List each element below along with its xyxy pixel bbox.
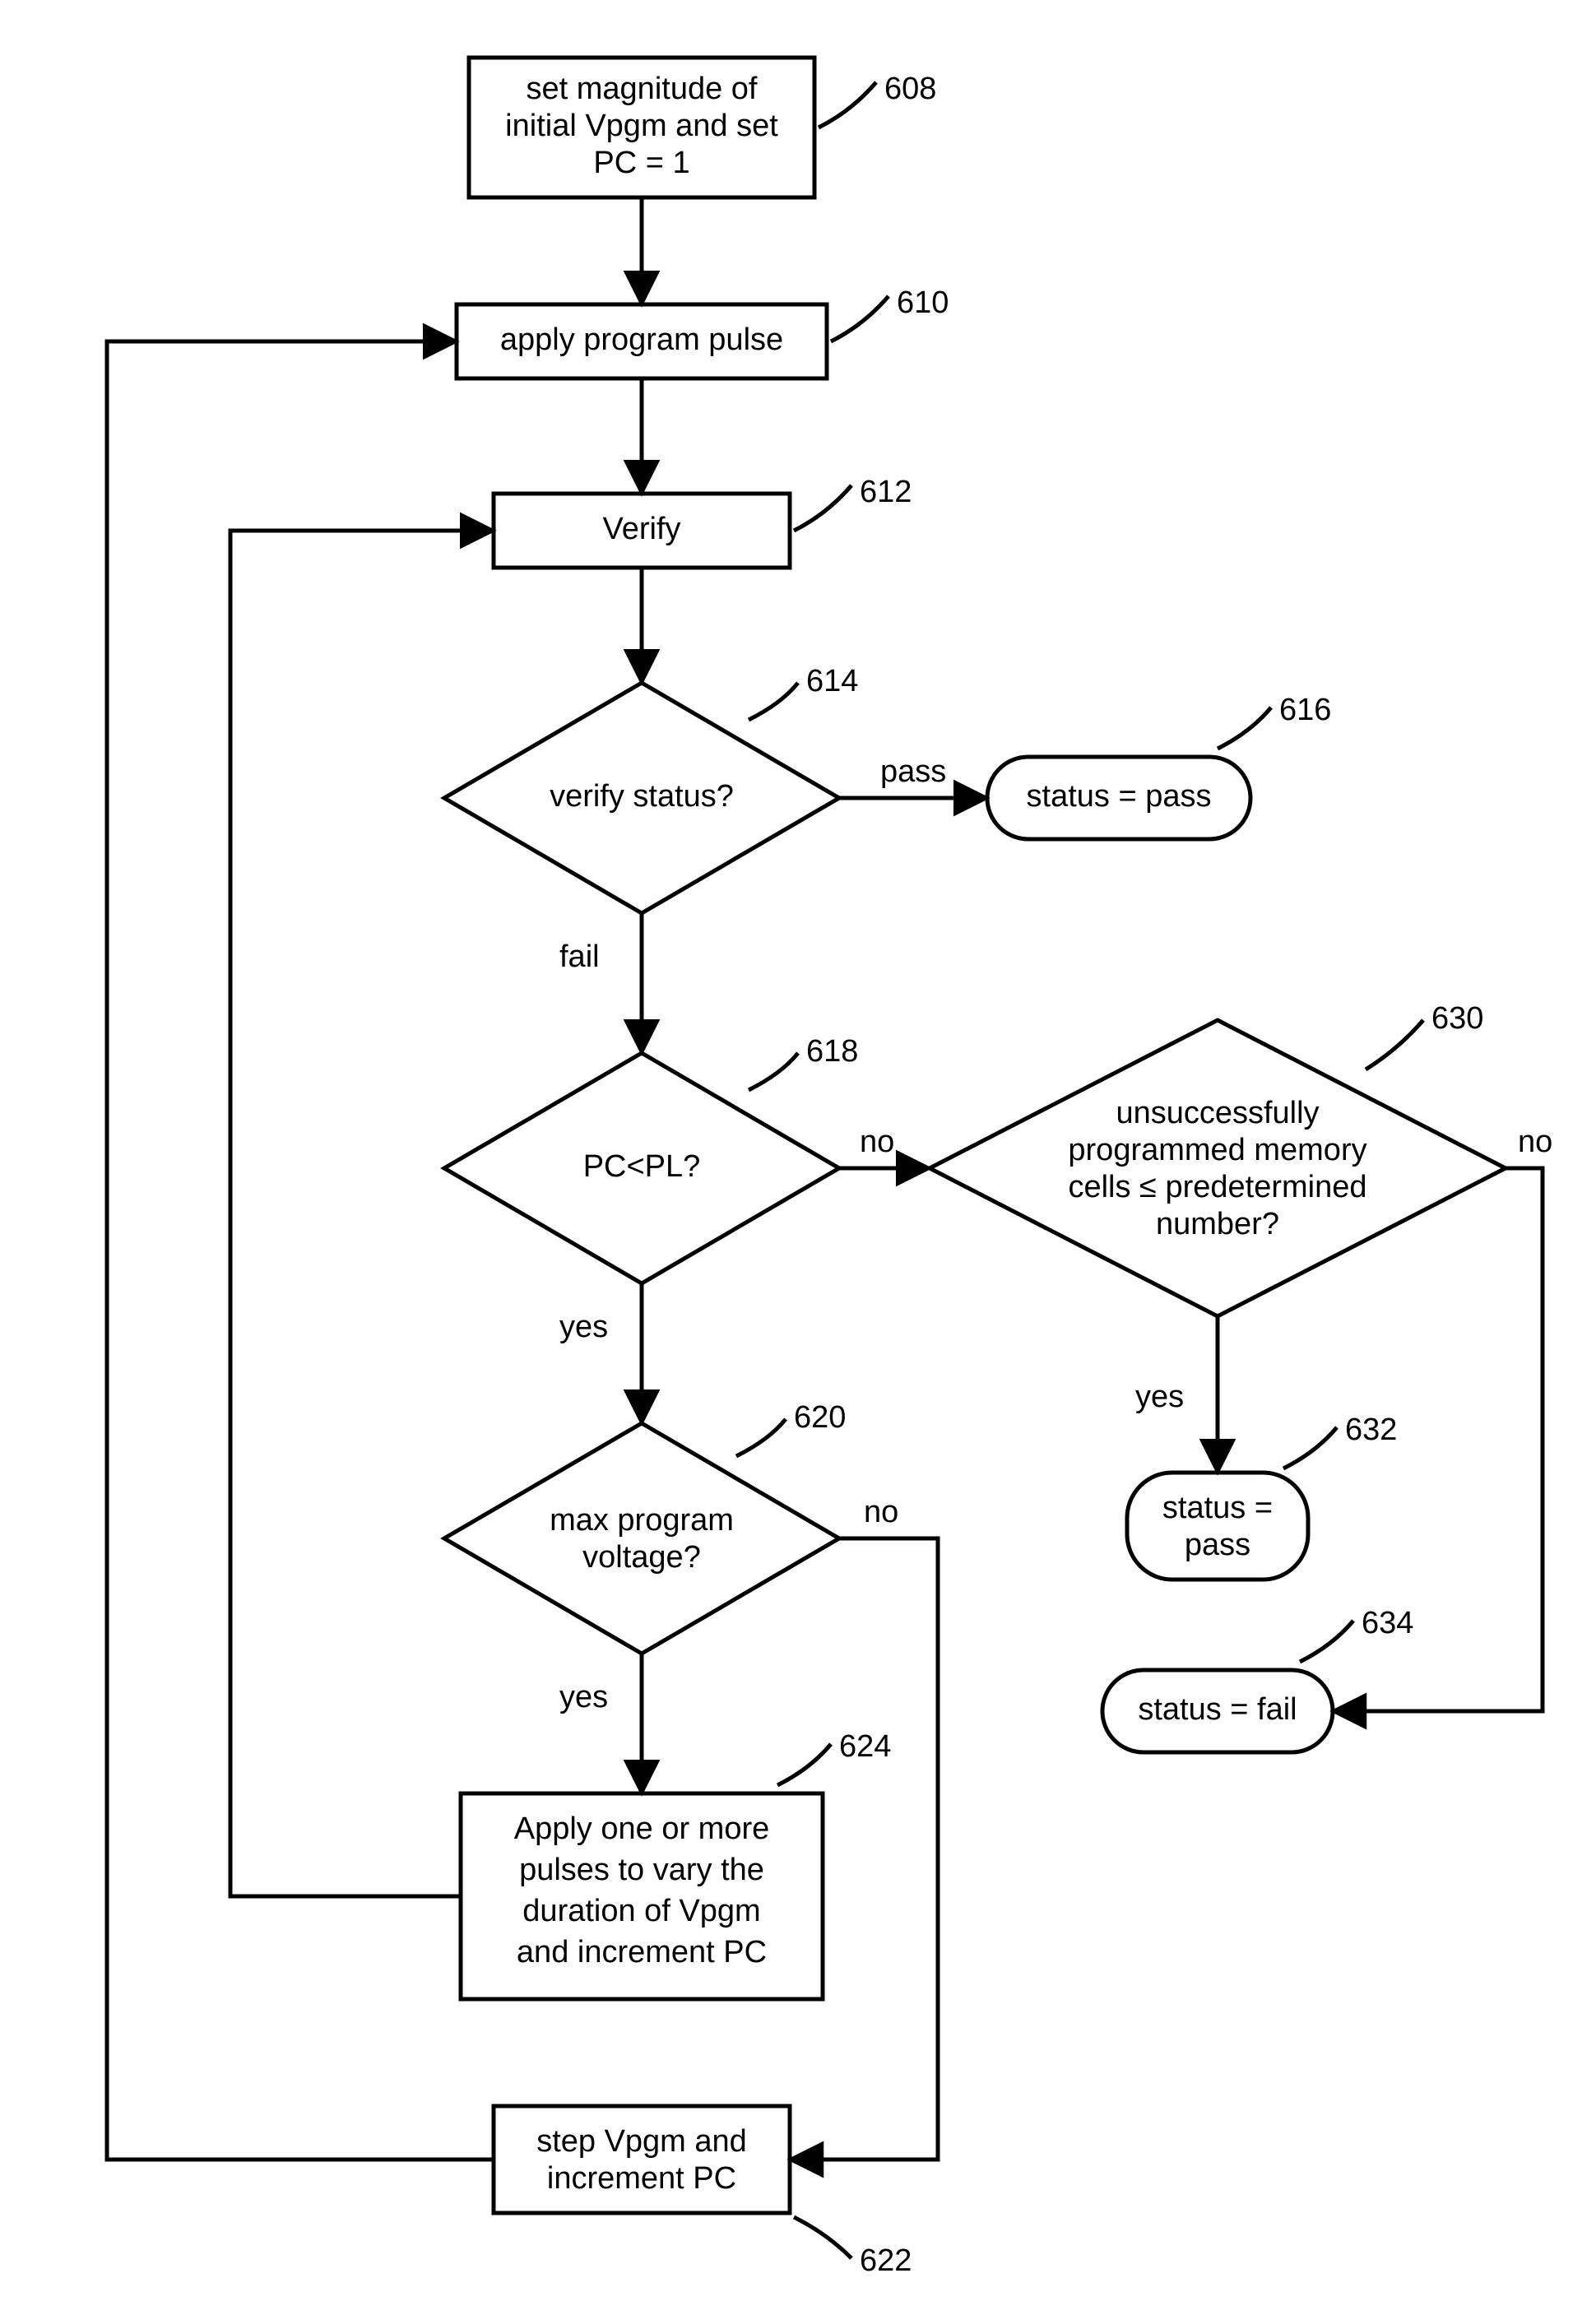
node-616: status = pass 616 <box>987 693 1331 839</box>
label-620-no: no <box>864 1495 898 1529</box>
node-608-line0: set magnitude of <box>527 72 758 106</box>
node-630-line2: cells ≤ predetermined <box>1068 1170 1366 1204</box>
node-610: apply program pulse 610 <box>457 285 949 378</box>
ref-612: 612 <box>860 475 912 509</box>
node-632-line0: status = <box>1162 1491 1273 1525</box>
node-630-line1: programmed memory <box>1068 1133 1366 1167</box>
label-614-fail: fail <box>559 939 600 974</box>
node-620: max program voltage? 620 <box>444 1400 846 1654</box>
node-608-line2: PC = 1 <box>593 146 689 180</box>
edge-622-610 <box>107 341 494 2160</box>
node-622-line0: step Vpgm and <box>536 2124 747 2159</box>
ref-634: 634 <box>1362 1606 1413 1640</box>
node-620-line1: voltage? <box>582 1540 701 1575</box>
ref-630: 630 <box>1431 1001 1483 1036</box>
ref-624: 624 <box>839 1729 891 1764</box>
ref-610: 610 <box>897 285 949 320</box>
node-608-line1: initial Vpgm and set <box>505 109 778 143</box>
node-614: verify status? 614 <box>444 664 858 913</box>
node-618: PC<PL? 618 <box>444 1034 858 1283</box>
node-634-line0: status = fail <box>1138 1692 1297 1727</box>
node-622: step Vpgm and increment PC 622 <box>494 2106 912 2278</box>
edge-624-612 <box>230 531 494 1896</box>
node-612-line0: Verify <box>602 512 680 546</box>
node-630-line3: number? <box>1156 1207 1279 1241</box>
node-618-line0: PC<PL? <box>583 1149 701 1184</box>
node-630-line0: unsuccessfully <box>1116 1096 1319 1130</box>
label-614-pass: pass <box>880 754 946 789</box>
node-622-line1: increment PC <box>547 2161 736 2196</box>
node-624: Apply one or more pulses to vary the dur… <box>461 1729 891 1999</box>
node-612: Verify 612 <box>494 475 912 568</box>
ref-608: 608 <box>884 72 936 106</box>
node-632: status = pass 632 <box>1127 1413 1397 1580</box>
node-610-line0: apply program pulse <box>500 322 783 357</box>
node-624-line0: Apply one or more <box>514 1812 770 1846</box>
node-624-line3: and increment PC <box>517 1935 767 1969</box>
ref-620: 620 <box>794 1400 846 1435</box>
node-624-line1: pulses to vary the <box>519 1853 764 1887</box>
node-624-line2: duration of Vpgm <box>522 1894 760 1928</box>
ref-632: 632 <box>1345 1413 1397 1447</box>
ref-614: 614 <box>806 664 858 698</box>
node-620-line0: max program <box>550 1503 734 1538</box>
label-630-yes: yes <box>1135 1380 1184 1414</box>
flowchart: set magnitude of initial Vpgm and set PC… <box>0 0 1596 2315</box>
node-634: status = fail 634 <box>1102 1606 1413 1752</box>
node-614-line0: verify status? <box>550 779 734 814</box>
label-620-yes: yes <box>559 1680 608 1714</box>
label-630-no: no <box>1518 1125 1552 1159</box>
node-630: unsuccessfully programmed memory cells ≤… <box>930 1001 1506 1316</box>
label-618-no: no <box>860 1125 894 1159</box>
ref-618: 618 <box>806 1034 858 1069</box>
node-608: set magnitude of initial Vpgm and set PC… <box>469 58 936 197</box>
node-632-line1: pass <box>1185 1528 1250 1562</box>
ref-616: 616 <box>1279 693 1331 727</box>
node-616-line0: status = pass <box>1027 779 1212 814</box>
ref-622: 622 <box>860 2243 912 2278</box>
label-618-yes: yes <box>559 1310 608 1344</box>
